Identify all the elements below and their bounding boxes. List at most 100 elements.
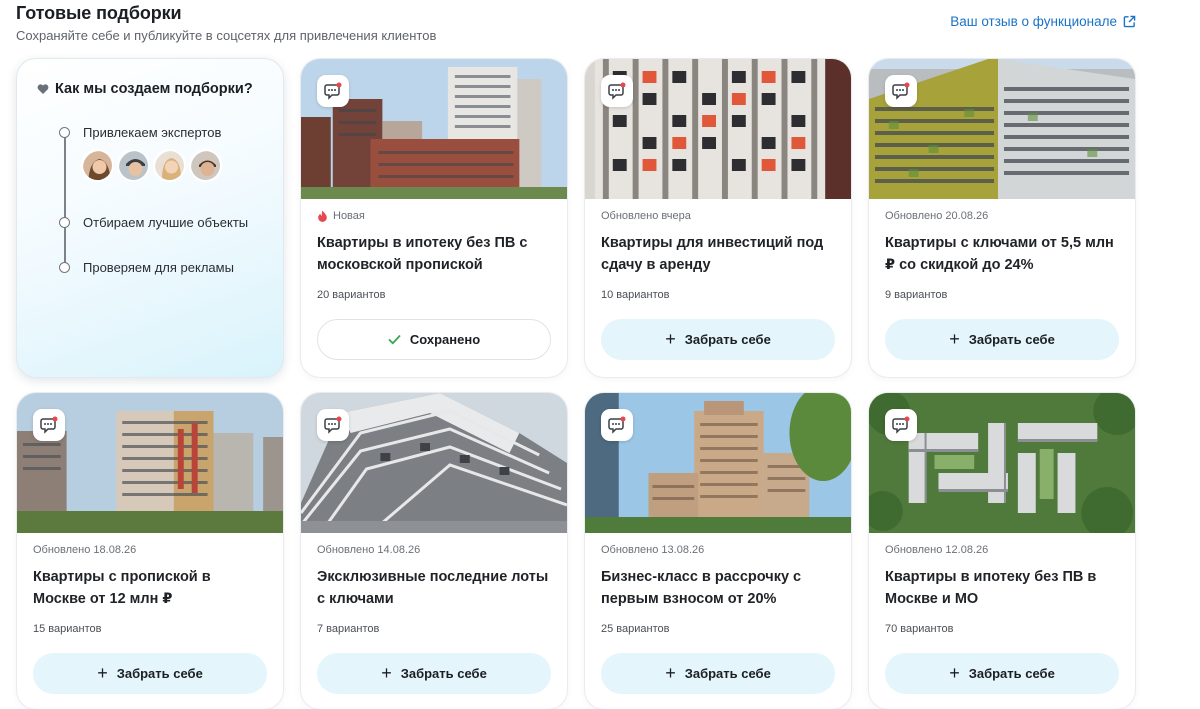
card-body: Новая Квартиры в ипотеку без ПВ с москов… — [301, 199, 567, 377]
card-meta: Обновлено 13.08.26 — [601, 544, 705, 556]
card-body: Обновлено 13.08.26 Бизнес-класс в рассро… — [585, 533, 851, 709]
avatar — [153, 149, 186, 182]
avatar — [117, 149, 150, 182]
card-body: Обновлено вчера Квартиры для инвестиций … — [585, 199, 851, 377]
card-count: 25 вариантов — [601, 623, 670, 635]
plus-icon: + — [97, 662, 108, 683]
step-dot — [59, 217, 70, 228]
take-button[interactable]: + Забрать себе — [885, 653, 1119, 694]
step-label: Проверяем для рекламы — [83, 260, 234, 275]
chat-badge[interactable] — [885, 75, 917, 107]
chat-icon — [608, 82, 626, 100]
avatar — [81, 149, 114, 182]
card-body: Обновлено 14.08.26 Эксклюзивные последни… — [301, 533, 567, 709]
card-body: Обновлено 18.08.26 Квартиры с пропиской … — [17, 533, 283, 709]
take-button[interactable]: + Забрать себе — [601, 653, 835, 694]
collection-image — [585, 393, 851, 533]
steps-list: Привлекаем экспертов Отбираем лучшие объ… — [59, 125, 263, 276]
card-body: Обновлено 12.08.26 Квартиры в ипотеку бе… — [869, 533, 1135, 709]
card-meta-text: Новая — [333, 210, 365, 222]
chat-badge[interactable] — [885, 409, 917, 441]
chat-icon — [324, 416, 342, 434]
collection-image — [585, 59, 851, 199]
step-experts: Привлекаем экспертов — [59, 125, 263, 215]
page-header: Готовые подборки Сохраняйте себе и публи… — [16, 2, 1184, 46]
plus-icon: + — [665, 662, 676, 683]
collection-card[interactable]: Обновлено 18.08.26 Квартиры с пропиской … — [16, 392, 284, 709]
how-we-create-card: Как мы создаем подборки? Привлекаем эксп… — [16, 58, 284, 378]
chat-badge[interactable] — [601, 409, 633, 441]
plus-icon: + — [949, 662, 960, 683]
step-check: Проверяем для рекламы — [59, 260, 263, 276]
collection-image — [17, 393, 283, 533]
card-title: Квартиры для инвестиций под сдачу в арен… — [601, 235, 824, 273]
card-meta: Обновлено 14.08.26 — [317, 544, 421, 556]
fire-icon — [318, 210, 327, 222]
collection-image — [869, 59, 1135, 199]
chat-icon — [324, 82, 342, 100]
page-subtitle: Сохраняйте себе и публикуйте в соцсетях … — [16, 28, 437, 43]
card-title: Квартиры в ипотеку без ПВ в Москве и МО — [885, 569, 1097, 607]
collection-card[interactable]: Обновлено 12.08.26 Квартиры в ипотеку бе… — [868, 392, 1136, 709]
button-label: Сохранено — [409, 332, 481, 347]
chat-badge[interactable] — [317, 409, 349, 441]
card-count: 9 вариантов — [885, 289, 948, 301]
collection-card[interactable]: Обновлено 20.08.26 Квартиры с ключами от… — [868, 58, 1136, 378]
feedback-link[interactable]: Ваш отзыв о функционале — [950, 14, 1136, 29]
button-label: Забрать себе — [116, 666, 203, 681]
take-button[interactable]: + Забрать себе — [33, 653, 267, 694]
card-count: 70 вариантов — [885, 623, 954, 635]
chat-icon — [40, 416, 58, 434]
step-select: Отбираем лучшие объекты — [59, 215, 263, 260]
button-label: Забрать себе — [684, 332, 771, 347]
collection-card[interactable]: Обновлено 14.08.26 Эксклюзивные последни… — [300, 392, 568, 709]
chat-icon — [892, 82, 910, 100]
card-meta: Обновлено 20.08.26 — [885, 210, 989, 222]
collection-card[interactable]: Обновлено вчера Квартиры для инвестиций … — [584, 58, 852, 378]
check-icon — [388, 334, 401, 345]
collection-card[interactable]: Новая Квартиры в ипотеку без ПВ с москов… — [300, 58, 568, 378]
card-count: 10 вариантов — [601, 289, 670, 301]
take-button[interactable]: + Забрать себе — [601, 319, 835, 360]
card-title: Бизнес-класс в рассрочку с первым взносо… — [601, 569, 802, 607]
card-meta: Обновлено 18.08.26 — [33, 544, 137, 556]
button-label: Забрать себе — [968, 332, 1055, 347]
card-title: Эксклюзивные последние лоты с ключами — [317, 569, 549, 607]
chat-badge[interactable] — [33, 409, 65, 441]
take-button[interactable]: + Забрать себе — [317, 653, 551, 694]
card-meta: Обновлено 12.08.26 — [885, 544, 989, 556]
collection-image — [301, 393, 567, 533]
card-body: Обновлено 20.08.26 Квартиры с ключами от… — [869, 199, 1135, 377]
step-dot — [59, 262, 70, 273]
info-title-text: Как мы создаем подборки? — [55, 81, 253, 97]
button-label: Забрать себе — [684, 666, 771, 681]
card-title: Квартиры с пропиской в Москве от 12 млн … — [33, 569, 211, 607]
step-label: Привлекаем экспертов — [83, 125, 222, 140]
chat-badge[interactable] — [601, 75, 633, 107]
plus-icon: + — [949, 328, 960, 349]
heart-icon — [37, 84, 49, 94]
collection-image — [301, 59, 567, 199]
button-label: Забрать себе — [968, 666, 1055, 681]
take-button[interactable]: + Забрать себе — [885, 319, 1119, 360]
chat-icon — [608, 416, 626, 434]
card-meta: Новая — [317, 209, 551, 223]
card-count: 15 вариантов — [33, 623, 102, 635]
step-label: Отбираем лучшие объекты — [83, 215, 249, 230]
chat-badge[interactable] — [317, 75, 349, 107]
collection-card[interactable]: Обновлено 13.08.26 Бизнес-класс в рассро… — [584, 392, 852, 709]
card-count: 20 вариантов — [317, 289, 386, 301]
chat-icon — [892, 416, 910, 434]
avatar — [189, 149, 222, 182]
collections-grid: Как мы создаем подборки? Привлекаем эксп… — [16, 58, 1136, 709]
button-label: Забрать себе — [400, 666, 487, 681]
card-title: Квартиры в ипотеку без ПВ с московской п… — [317, 235, 528, 273]
card-title: Квартиры с ключами от 5,5 млн ₽ со скидк… — [885, 235, 1114, 273]
info-title: Как мы создаем подборки? — [37, 81, 263, 97]
collection-image — [869, 393, 1135, 533]
plus-icon: + — [381, 662, 392, 683]
expert-avatars — [81, 149, 263, 182]
external-link-icon — [1123, 15, 1136, 28]
saved-button[interactable]: Сохранено — [317, 319, 551, 360]
card-meta: Обновлено вчера — [601, 210, 691, 222]
